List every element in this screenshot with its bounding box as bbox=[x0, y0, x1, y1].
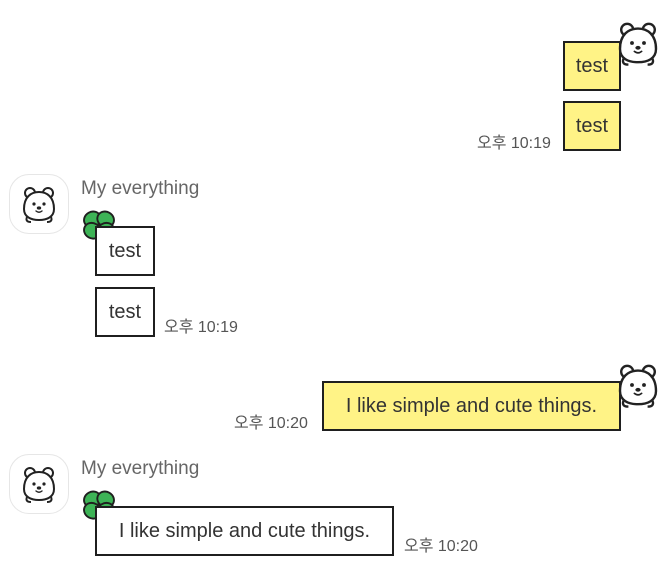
bear-peek-icon bbox=[614, 361, 662, 409]
bear-avatar-icon bbox=[19, 184, 59, 224]
message-bubble-incoming[interactable]: test bbox=[95, 287, 155, 337]
message-bubble-outgoing[interactable]: I like simple and cute things. bbox=[322, 381, 621, 431]
bear-peek-icon bbox=[614, 19, 662, 67]
sender-name: My everything bbox=[81, 178, 200, 199]
message-bubble-incoming[interactable]: test bbox=[95, 226, 155, 276]
message-timestamp: 오후 10:19 bbox=[164, 319, 238, 336]
contact-avatar[interactable] bbox=[9, 174, 69, 234]
message-bubble-outgoing[interactable]: test bbox=[563, 101, 621, 151]
message-timestamp: 오후 10:19 bbox=[477, 135, 551, 152]
bear-avatar-icon bbox=[19, 464, 59, 504]
message-timestamp: 오후 10:20 bbox=[404, 538, 478, 555]
sender-name: My everything bbox=[81, 458, 200, 479]
contact-avatar[interactable] bbox=[9, 454, 69, 514]
message-bubble-incoming[interactable]: I like simple and cute things. bbox=[95, 506, 394, 556]
message-timestamp: 오후 10:20 bbox=[234, 415, 308, 432]
chat-view: test test 오후 10:19 My everything test te… bbox=[0, 0, 670, 577]
message-bubble-outgoing[interactable]: test bbox=[563, 41, 621, 91]
